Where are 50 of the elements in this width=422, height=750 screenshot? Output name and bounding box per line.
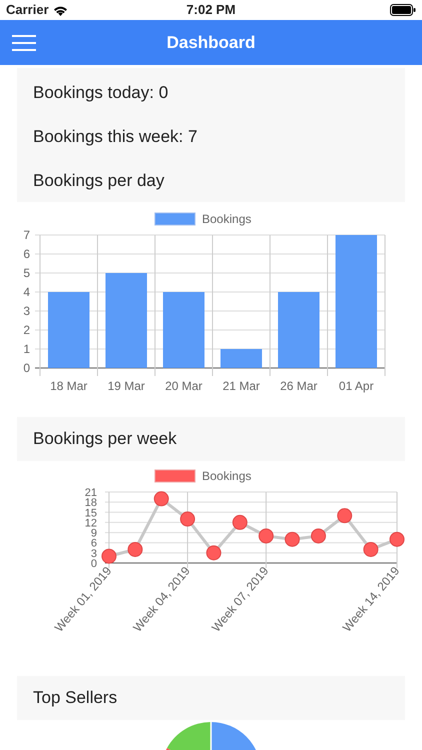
axis-tick-label: 21: [84, 487, 97, 499]
carrier-name: Carrier: [6, 1, 49, 20]
axis-tick-label: 3: [23, 304, 30, 318]
axis-tick-label: 26 Mar: [280, 379, 318, 393]
axis-tick-label: 18: [84, 497, 97, 510]
axis-tick-label: 6: [90, 538, 97, 550]
data-point: [102, 548, 116, 564]
axis-tick-label: 12: [84, 517, 97, 530]
clock-time: 7:02 PM: [186, 1, 236, 20]
axis-tick-label: 0: [90, 558, 97, 570]
data-point: [337, 508, 352, 524]
data-point: [258, 528, 274, 544]
section-title: Bookings per week: [33, 428, 177, 450]
bar: [220, 349, 262, 368]
legend-label: Bookings: [202, 469, 252, 483]
axis-tick-label: 2: [23, 323, 30, 337]
axis-tick-label: 18 Mar: [50, 379, 88, 393]
legend-swatch: [154, 470, 196, 482]
axis-tick-label: 21 Mar: [222, 379, 260, 393]
data-point: [310, 528, 326, 544]
data-point: [206, 545, 222, 560]
axis-tick-label: 3: [90, 548, 97, 560]
axis-tick-label: 20 Mar: [165, 379, 202, 393]
summary-text: Bookings today: 0: [33, 83, 170, 103]
data-point: [363, 542, 378, 557]
axis-tick-label: 19 Mar: [108, 379, 145, 393]
data-point: [154, 491, 169, 506]
axis-tick-label: 0: [23, 361, 30, 375]
section-title: Top Sellers: [33, 687, 118, 710]
data-point: [128, 542, 143, 557]
data-point: [390, 532, 404, 547]
data-point: [284, 532, 300, 547]
axis-tick-label: 7: [23, 228, 30, 242]
axis-tick-label: 1: [23, 342, 30, 356]
axis-tick-label: 01 Apr: [338, 379, 374, 393]
battery-icon: [390, 4, 416, 16]
legend-swatch: [154, 212, 196, 226]
axis-tick-label: 9: [90, 528, 97, 540]
menu-button[interactable]: [12, 32, 36, 52]
summary-text: Bookings per day: [33, 171, 166, 191]
axis-tick-label: 4: [23, 285, 30, 299]
axis-tick-label: 6: [23, 247, 30, 261]
axis-tick-label: 15: [84, 507, 97, 520]
header-title: Dashboard: [166, 32, 256, 54]
axis-tick-label: 5: [23, 266, 30, 280]
data-point: [180, 512, 196, 527]
wifi-icon: [52, 4, 68, 16]
summary-text: Bookings this week: 7: [33, 127, 198, 147]
legend-label: Bookings: [202, 212, 252, 226]
data-point: [232, 514, 248, 530]
